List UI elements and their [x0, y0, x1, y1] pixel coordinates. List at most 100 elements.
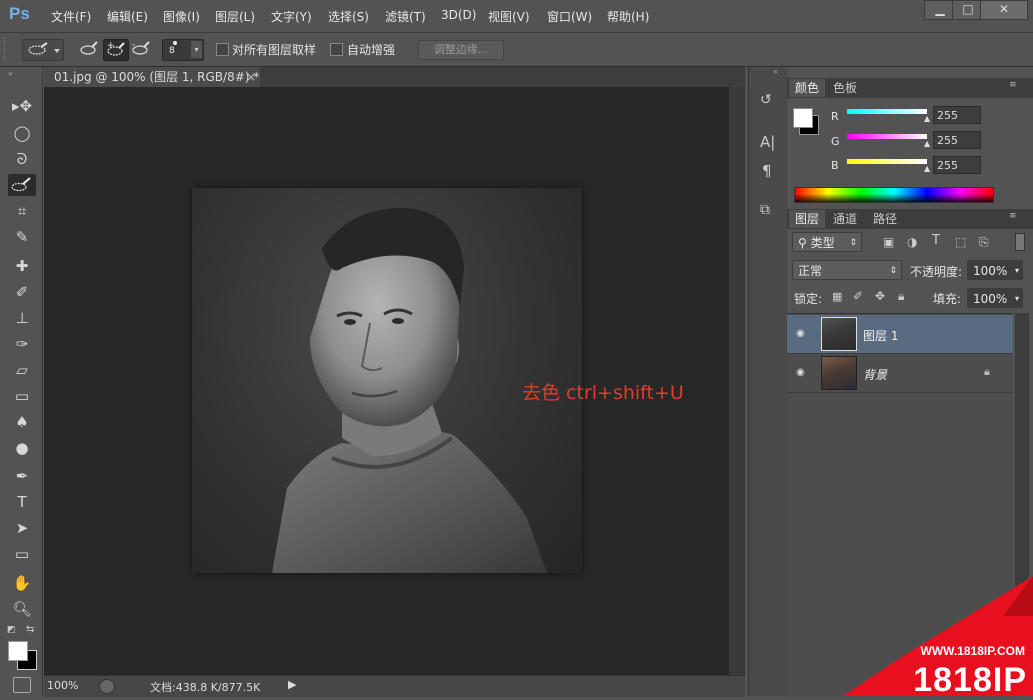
red-channel-value[interactable]: 255 [933, 106, 981, 124]
menu-edit[interactable]: 编辑(E) [107, 8, 148, 25]
layers-panel-tabs: 图层 通道 路径 ≡ [787, 209, 1033, 229]
layer-row[interactable]: ◉ 图层 1 [787, 315, 1013, 354]
lock-all-icon[interactable]: 🔒︎ [898, 289, 904, 304]
status-menu-arrow-icon[interactable]: ▶ [288, 678, 296, 691]
close-tab-icon[interactable]: × [246, 67, 256, 87]
status-bar: 100% 文档:438.8 K/877.5K ▶ [44, 675, 745, 697]
add-to-selection-icon[interactable]: + [103, 39, 129, 61]
paragraph-icon[interactable]: ¶ [762, 162, 772, 180]
clone-stamp-tool-icon[interactable]: ⊥ [8, 307, 36, 329]
filter-smart-object-icon[interactable]: ⎘ [979, 235, 989, 250]
brush-tool-icon[interactable]: ✐ [8, 281, 36, 303]
swap-colors-icon[interactable]: ⇆ [26, 624, 34, 635]
brush-size-picker[interactable]: 8 ▾ [162, 39, 204, 61]
fill-field[interactable]: 100% ▾ [967, 288, 1023, 308]
filter-shape-icon[interactable]: ⬚ [955, 235, 966, 249]
layer-name[interactable]: 图层 1 [863, 327, 898, 344]
shape-tool-icon[interactable]: ▭ [8, 543, 36, 565]
filter-toggle-switch[interactable] [1015, 233, 1025, 251]
fill-value: 100% [973, 292, 1008, 306]
menu-filter[interactable]: 滤镜(T) [385, 8, 426, 25]
marquee-tool-icon[interactable]: ◯ [8, 122, 36, 144]
blue-channel-value[interactable]: 255 [933, 156, 981, 174]
type-tool-icon[interactable]: T [8, 491, 36, 513]
blue-channel-slider[interactable] [847, 159, 927, 164]
tab-layers[interactable]: 图层 [789, 210, 826, 228]
new-selection-icon[interactable] [78, 39, 100, 59]
subtract-from-selection-icon[interactable]: - [130, 39, 152, 59]
pen-tool-icon[interactable]: ✒ [8, 465, 36, 487]
layer-filter-dropdown[interactable]: ⚲ 类型 ⇕ [792, 232, 862, 252]
tab-swatches[interactable]: 色板 [827, 79, 863, 97]
quick-selection-tool-icon[interactable] [8, 174, 36, 196]
history-brush-tool-icon[interactable]: ✑ [8, 333, 36, 355]
foreground-color-swatch[interactable] [8, 641, 28, 661]
tool-preset-picker[interactable] [22, 39, 64, 61]
visibility-eye-icon[interactable]: ◉ [796, 328, 805, 339]
gradient-tool-icon[interactable]: ▭ [8, 385, 36, 407]
vertical-scrollbar[interactable] [729, 87, 745, 675]
lock-pixels-icon[interactable]: ✐ [853, 289, 863, 303]
green-slider-handle[interactable]: ▲ [924, 139, 930, 148]
menu-type[interactable]: 文字(Y) [271, 8, 312, 25]
color-spectrum-bar[interactable] [794, 187, 994, 203]
lock-transparency-icon[interactable]: ▦ [832, 290, 842, 303]
blue-channel-label: B [831, 159, 839, 172]
share-icon[interactable] [99, 679, 115, 694]
green-channel-value[interactable]: 255 [933, 131, 981, 149]
blur-tool-icon[interactable]: ♠ [8, 411, 36, 433]
visibility-eye-icon[interactable]: ◉ [796, 367, 805, 378]
tab-paths[interactable]: 路径 [867, 210, 903, 228]
menu-3d[interactable]: 3D(D) [441, 8, 476, 22]
sample-all-layers-checkbox[interactable] [216, 43, 229, 59]
collapse-panels-icon[interactable]: « [773, 67, 778, 76]
layers-menu-icon[interactable]: ≡ [1009, 211, 1017, 221]
menu-window[interactable]: 窗口(W) [547, 8, 592, 25]
quick-mask-icon[interactable] [13, 677, 31, 693]
panel-icon-strip: « ↺ A| ¶ ⧉ [748, 67, 788, 696]
character-icon[interactable]: A| [760, 133, 775, 151]
menu-select[interactable]: 选择(S) [328, 8, 369, 25]
menu-file[interactable]: 文件(F) [51, 8, 91, 25]
eraser-tool-icon[interactable]: ▱ [8, 359, 36, 381]
collapse-icon[interactable]: » [8, 69, 13, 78]
zoom-tool-icon[interactable]: 🔍︎ [8, 598, 36, 620]
document-tab-bar: 01.jpg @ 100% (图层 1, RGB/8#) * × [44, 67, 745, 87]
menu-layer[interactable]: 图层(L) [215, 8, 255, 25]
red-channel-slider[interactable] [847, 109, 927, 114]
move-tool-icon[interactable]: ▸✥ [8, 95, 36, 117]
layer-row[interactable]: ◉ 背景 🔒︎ [787, 354, 1013, 393]
close-button[interactable]: ✕ [980, 0, 1028, 20]
history-icon[interactable]: ↺ [760, 92, 772, 108]
healing-brush-tool-icon[interactable]: ✚ [8, 255, 36, 277]
blue-slider-handle[interactable]: ▲ [924, 164, 930, 173]
dodge-tool-icon[interactable]: ● [8, 437, 36, 459]
eyedropper-tool-icon[interactable]: ✎ [8, 226, 36, 248]
filter-type-icon[interactable]: T [932, 233, 940, 248]
refine-edge-button[interactable]: 调整边缘... [418, 40, 504, 60]
lock-position-icon[interactable]: ✥ [875, 289, 885, 303]
filter-pixel-icon[interactable]: ▣ [883, 235, 894, 249]
menu-help[interactable]: 帮助(H) [607, 8, 649, 25]
tab-color[interactable]: 颜色 [789, 79, 826, 97]
blend-mode-dropdown[interactable]: 正常 ⇕ [792, 260, 902, 280]
panel-menu-icon[interactable]: ≡ [1009, 80, 1017, 90]
layer-name[interactable]: 背景 [863, 366, 887, 383]
menu-image[interactable]: 图像(I) [163, 8, 200, 25]
crop-tool-icon[interactable]: ⌗ [8, 200, 36, 222]
hand-tool-icon[interactable]: ✋ [8, 572, 36, 594]
red-slider-handle[interactable]: ▲ [924, 114, 930, 123]
color-fg-swatch[interactable] [793, 108, 813, 128]
document-tab[interactable]: 01.jpg @ 100% (图层 1, RGB/8#) * × [44, 67, 260, 87]
zoom-level[interactable]: 100% [47, 679, 78, 692]
green-channel-slider[interactable] [847, 134, 927, 139]
auto-enhance-checkbox[interactable] [330, 43, 343, 59]
filter-adjustment-icon[interactable]: ◑ [907, 235, 917, 249]
menu-view[interactable]: 视图(V) [488, 8, 530, 25]
opacity-field[interactable]: 100% ▾ [967, 260, 1023, 280]
default-colors-icon[interactable]: ◩ [7, 625, 17, 635]
lasso-tool-icon[interactable]: ᘐ [8, 148, 36, 170]
path-selection-tool-icon[interactable]: ➤ [8, 517, 36, 539]
3d-icon[interactable]: ⧉ [760, 202, 770, 218]
tab-channels[interactable]: 通道 [827, 210, 863, 228]
